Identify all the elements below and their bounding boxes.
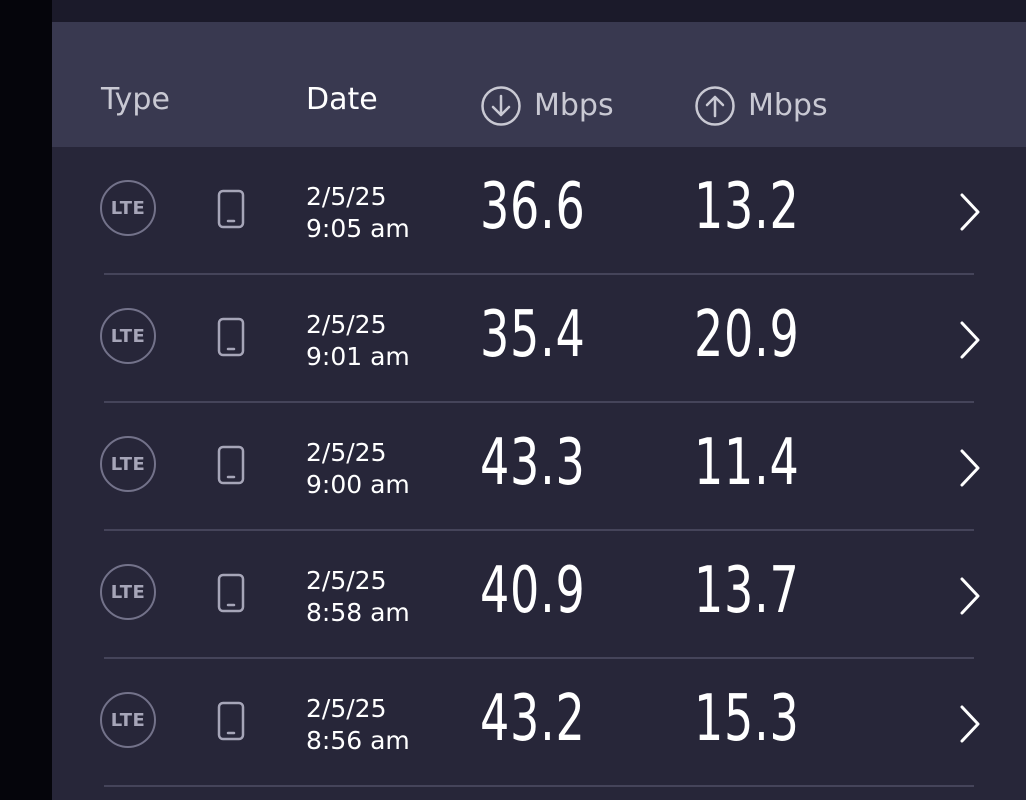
lte-badge: LTE — [100, 564, 156, 620]
download-value: 36.6 — [480, 170, 586, 244]
date-value: 2/5/25 — [306, 438, 387, 467]
download-value: 43.2 — [480, 682, 586, 756]
date-cell: 2/5/25 8:56 am — [306, 693, 410, 757]
date-cell: 2/5/25 9:00 am — [306, 437, 410, 501]
lte-badge: LTE — [100, 180, 156, 236]
date-value: 2/5/25 — [306, 310, 387, 339]
header-date[interactable]: Date — [306, 85, 378, 115]
date-value: 2/5/25 — [306, 694, 387, 723]
left-edge — [0, 0, 52, 800]
header-type[interactable]: Type — [101, 85, 170, 115]
phone-icon — [217, 317, 245, 357]
time-value: 8:56 am — [306, 726, 410, 755]
time-value: 9:01 am — [306, 342, 410, 371]
result-row[interactable]: LTE 2/5/25 9:00 am 43.3 11.4 — [52, 403, 1026, 531]
lte-badge: LTE — [100, 692, 156, 748]
time-value: 9:05 am — [306, 214, 410, 243]
upload-value: 13.7 — [694, 554, 800, 628]
download-value: 43.3 — [480, 426, 586, 500]
chevron-right-icon[interactable] — [957, 318, 983, 362]
header-download-label: Mbps — [534, 88, 614, 123]
upload-value: 13.2 — [694, 170, 800, 244]
result-row[interactable]: LTE 2/5/25 9:01 am 35.4 20.9 — [52, 275, 1026, 403]
lte-badge: LTE — [100, 308, 156, 364]
upload-value: 20.9 — [694, 298, 800, 372]
top-bar — [52, 0, 1026, 22]
download-arrow-icon — [480, 85, 522, 127]
results-table-header: Type Date Mbps Mbps — [52, 22, 1026, 147]
upload-arrow-icon — [694, 85, 736, 127]
result-row[interactable]: LTE 2/5/25 8:56 am 43.2 15.3 — [52, 659, 1026, 787]
result-row[interactable]: LTE 2/5/25 8:58 am 40.9 13.7 — [52, 531, 1026, 659]
date-cell: 2/5/25 8:58 am — [306, 565, 410, 629]
download-value: 35.4 — [480, 298, 586, 372]
date-value: 2/5/25 — [306, 182, 387, 211]
header-upload-label: Mbps — [748, 88, 828, 123]
chevron-right-icon[interactable] — [957, 574, 983, 618]
download-value: 40.9 — [480, 554, 586, 628]
date-cell: 2/5/25 9:01 am — [306, 309, 410, 373]
chevron-right-icon[interactable] — [957, 190, 983, 234]
chevron-right-icon[interactable] — [957, 446, 983, 490]
phone-icon — [217, 445, 245, 485]
result-row[interactable]: LTE 2/5/25 9:05 am 36.6 13.2 — [52, 147, 1026, 275]
upload-value: 11.4 — [694, 426, 800, 500]
phone-icon — [217, 189, 245, 229]
header-download[interactable]: Mbps — [480, 85, 614, 127]
upload-value: 15.3 — [694, 682, 800, 756]
row-divider — [104, 785, 974, 787]
phone-icon — [217, 701, 245, 741]
phone-icon — [217, 573, 245, 613]
date-value: 2/5/25 — [306, 566, 387, 595]
chevron-right-icon[interactable] — [957, 702, 983, 746]
date-cell: 2/5/25 9:05 am — [306, 181, 410, 245]
time-value: 8:58 am — [306, 598, 410, 627]
results-panel: Type Date Mbps Mbps LTE 2/5/25 9:05 am 3… — [52, 0, 1026, 800]
header-upload[interactable]: Mbps — [694, 85, 828, 127]
time-value: 9:00 am — [306, 470, 410, 499]
lte-badge: LTE — [100, 436, 156, 492]
